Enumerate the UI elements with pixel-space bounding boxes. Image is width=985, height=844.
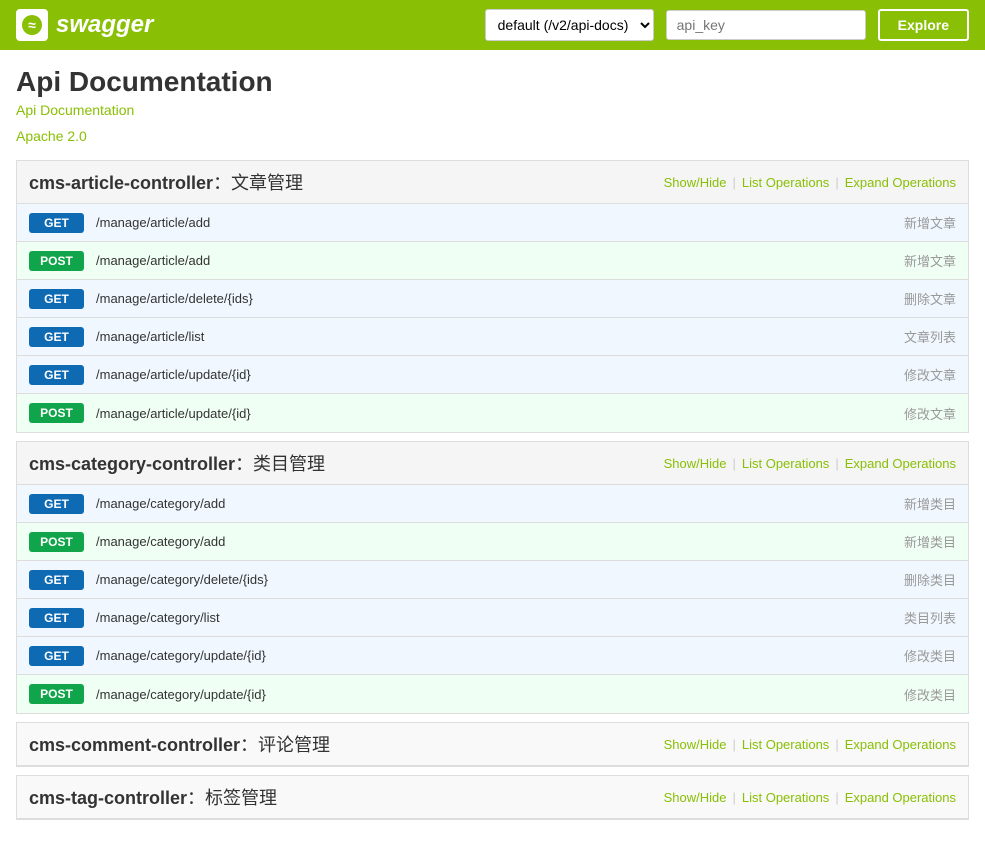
method-badge: POST [29,251,84,271]
separator: | [732,790,735,805]
api-row[interactable]: POST/manage/article/update/{id} 修改文章 [17,394,968,432]
header: ≈ swagger default (/v2/api-docs) Explore [0,0,985,50]
api-desc: 删除文章 [904,289,956,308]
separator: | [732,456,735,471]
api-row[interactable]: POST/manage/category/add 新增类目 [17,523,968,561]
controller-actions-cms-article-controller: Show/Hide | List Operations | Expand Ope… [664,175,956,190]
show-hide-link[interactable]: Show/Hide [664,737,727,752]
controller-actions-cms-category-controller: Show/Hide | List Operations | Expand Ope… [664,456,956,471]
logo-text: swagger [56,11,153,39]
method-badge: POST [29,532,84,552]
api-desc: 新增类目 [904,532,956,551]
page-title: Api Documentation [16,66,969,98]
controller-title-cms-comment-controller: cms-comment-controller：评论管理 [29,731,664,757]
controller-actions-cms-comment-controller: Show/Hide | List Operations | Expand Ope… [664,737,956,752]
api-path: /manage/category/update/{id} [96,648,892,663]
separator: | [835,737,838,752]
api-row[interactable]: GET/manage/category/add 新增类目 [17,485,968,523]
separator: | [835,175,838,190]
api-desc: 修改文章 [904,365,956,384]
list-ops-link[interactable]: List Operations [742,790,829,805]
method-badge: GET [29,570,84,590]
api-path: /manage/category/delete/{ids} [96,572,892,587]
api-path: /manage/category/list [96,610,892,625]
api-row[interactable]: POST/manage/article/add 新增文章 [17,242,968,280]
api-path: /manage/article/add [96,215,892,230]
controller-header-cms-category-controller: cms-category-controller：类目管理 Show/Hide |… [17,442,968,485]
api-row[interactable]: GET/manage/article/list 文章列表 [17,318,968,356]
explore-button[interactable]: Explore [878,9,969,41]
api-desc: 修改类目 [904,685,956,704]
api-row[interactable]: GET/manage/article/delete/{ids} 删除文章 [17,280,968,318]
api-row[interactable]: GET/manage/category/update/{id} 修改类目 [17,637,968,675]
method-badge: GET [29,365,84,385]
controller-section-cms-category-controller: cms-category-controller：类目管理 Show/Hide |… [16,441,969,714]
api-row[interactable]: GET/manage/article/add 新增文章 [17,204,968,242]
method-badge: GET [29,327,84,347]
separator: | [732,175,735,190]
show-hide-link[interactable]: Show/Hide [664,790,727,805]
controller-section-cms-comment-controller: cms-comment-controller：评论管理 Show/Hide | … [16,722,969,767]
list-ops-link[interactable]: List Operations [742,737,829,752]
list-ops-link[interactable]: List Operations [742,456,829,471]
method-badge: GET [29,608,84,628]
api-row[interactable]: GET/manage/category/list 类目列表 [17,599,968,637]
logo: ≈ swagger [16,9,153,41]
controller-header-cms-comment-controller: cms-comment-controller：评论管理 Show/Hide | … [17,723,968,766]
expand-ops-link[interactable]: Expand Operations [845,737,956,752]
api-path: /manage/article/list [96,329,892,344]
api-desc: 类目列表 [904,608,956,627]
method-badge: GET [29,494,84,514]
show-hide-link[interactable]: Show/Hide [664,175,727,190]
separator: | [835,456,838,471]
logo-icon: ≈ [16,9,48,41]
controller-title-cms-article-controller: cms-article-controller：文章管理 [29,169,664,195]
expand-ops-link[interactable]: Expand Operations [845,175,956,190]
show-hide-link[interactable]: Show/Hide [664,456,727,471]
api-row[interactable]: GET/manage/category/delete/{ids} 删除类目 [17,561,968,599]
method-badge: GET [29,646,84,666]
api-path: /manage/article/add [96,253,892,268]
license-link[interactable]: Apache 2.0 [16,128,969,144]
controllers-container: cms-article-controller：文章管理 Show/Hide | … [16,160,969,820]
api-desc: 新增类目 [904,494,956,513]
method-badge: GET [29,213,84,233]
controller-section-cms-tag-controller: cms-tag-controller：标签管理 Show/Hide | List… [16,775,969,820]
method-badge: GET [29,289,84,309]
expand-ops-link[interactable]: Expand Operations [845,790,956,805]
api-desc: 修改文章 [904,404,956,423]
controller-section-cms-article-controller: cms-article-controller：文章管理 Show/Hide | … [16,160,969,433]
api-path: /manage/category/add [96,534,892,549]
api-path: /manage/category/update/{id} [96,687,892,702]
api-desc: 删除类目 [904,570,956,589]
controller-header-cms-tag-controller: cms-tag-controller：标签管理 Show/Hide | List… [17,776,968,819]
controller-title-cms-category-controller: cms-category-controller：类目管理 [29,450,664,476]
controller-title-cms-tag-controller: cms-tag-controller：标签管理 [29,784,664,810]
expand-ops-link[interactable]: Expand Operations [845,456,956,471]
list-ops-link[interactable]: List Operations [742,175,829,190]
api-row[interactable]: GET/manage/article/update/{id} 修改文章 [17,356,968,394]
api-docs-select[interactable]: default (/v2/api-docs) [485,9,654,41]
api-row[interactable]: POST/manage/category/update/{id} 修改类目 [17,675,968,713]
method-badge: POST [29,403,84,423]
api-desc: 文章列表 [904,327,956,346]
api-desc: 新增文章 [904,213,956,232]
separator: | [835,790,838,805]
api-path: /manage/article/delete/{ids} [96,291,892,306]
page-subtitle: Api Documentation [16,102,969,118]
api-path: /manage/article/update/{id} [96,406,892,421]
controller-actions-cms-tag-controller: Show/Hide | List Operations | Expand Ope… [664,790,956,805]
api-path: /manage/category/add [96,496,892,511]
api-desc: 修改类目 [904,646,956,665]
api-path: /manage/article/update/{id} [96,367,892,382]
method-badge: POST [29,684,84,704]
svg-text:≈: ≈ [28,17,36,33]
main-content: Api Documentation Api Documentation Apac… [0,50,985,844]
separator: | [732,737,735,752]
api-desc: 新增文章 [904,251,956,270]
api-key-input[interactable] [666,10,866,40]
controller-header-cms-article-controller: cms-article-controller：文章管理 Show/Hide | … [17,161,968,204]
